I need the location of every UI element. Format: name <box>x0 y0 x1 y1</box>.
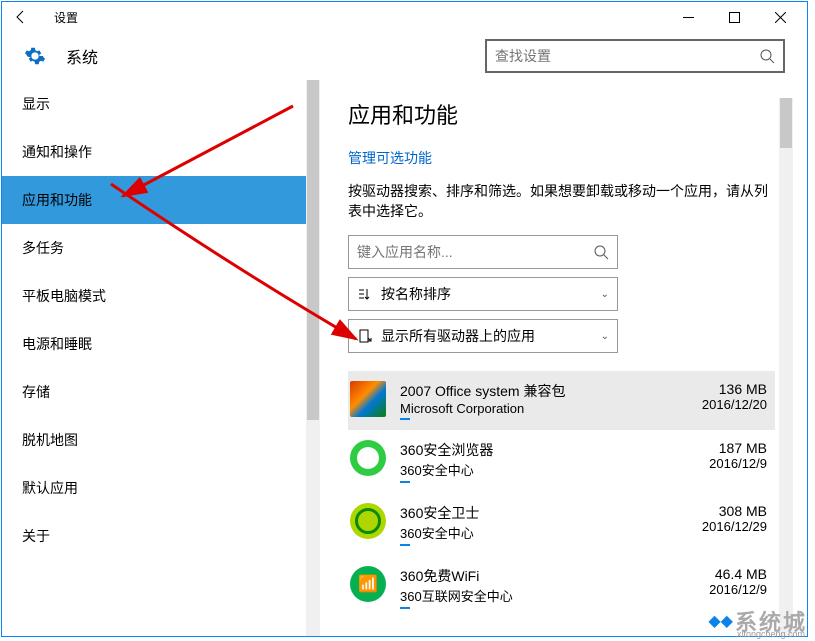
search-icon <box>593 244 609 260</box>
drive-icon <box>357 328 373 344</box>
filter-label: 显示所有驱动器上的应用 <box>381 326 601 346</box>
content-scrollbar[interactable] <box>779 98 793 636</box>
description-text: 按驱动器搜索、排序和筛选。如果想要卸载或移动一个应用，请从列表中选择它。 <box>348 182 775 221</box>
gear-icon <box>24 45 46 67</box>
app-date: 2016/12/29 <box>667 519 767 534</box>
watermark: ◆◆ 系统城 xitongcheng.com <box>708 605 807 637</box>
sidebar-item-apps-features[interactable]: 应用和功能 <box>2 176 320 224</box>
app-name: 2007 Office system 兼容包 <box>400 381 667 401</box>
chevron-down-icon: ⌄ <box>601 289 609 300</box>
maximize-button[interactable] <box>711 2 757 32</box>
chevron-down-icon: ⌄ <box>601 331 609 342</box>
app-publisher: 360互联网安全中心 <box>400 586 667 605</box>
sort-label: 按名称排序 <box>381 284 601 304</box>
app-icon <box>350 440 386 476</box>
sidebar-item-offline-maps[interactable]: 脱机地图 <box>2 416 320 464</box>
app-search-box[interactable] <box>348 235 618 269</box>
minimize-button[interactable] <box>665 2 711 32</box>
app-storage-bar <box>400 607 410 609</box>
sidebar-item-power-sleep[interactable]: 电源和睡眠 <box>2 320 320 368</box>
app-publisher: 360安全中心 <box>400 460 667 479</box>
app-name: 360免费WiFi <box>400 566 667 586</box>
window-title: 设置 <box>54 9 78 26</box>
header-title: 系统 <box>66 44 98 68</box>
search-box[interactable] <box>485 39 785 73</box>
app-size: 46.4 MB <box>667 566 767 582</box>
app-size: 136 MB <box>667 381 767 397</box>
app-storage-bar <box>400 418 410 420</box>
sidebar-item-display[interactable]: 显示 <box>2 80 320 128</box>
app-name: 360安全卫士 <box>400 503 667 523</box>
sidebar-item-notifications[interactable]: 通知和操作 <box>2 128 320 176</box>
app-size: 187 MB <box>667 440 767 456</box>
sidebar: 显示 通知和操作 应用和功能 多任务 平板电脑模式 电源和睡眠 存储 脱机地图 … <box>2 80 320 636</box>
sort-dropdown[interactable]: 按名称排序 ⌄ <box>348 277 618 311</box>
manage-optional-features-link[interactable]: 管理可选功能 <box>348 148 432 168</box>
page-title: 应用和功能 <box>348 98 775 130</box>
app-publisher: Microsoft Corporation <box>400 401 667 416</box>
search-input[interactable] <box>495 48 759 64</box>
app-date: 2016/12/9 <box>667 456 767 471</box>
back-button[interactable] <box>6 2 36 32</box>
search-icon <box>759 48 775 64</box>
app-icon <box>350 381 386 417</box>
sidebar-scrollbar[interactable] <box>306 80 320 636</box>
app-publisher: 360安全中心 <box>400 523 667 542</box>
app-storage-bar <box>400 481 410 483</box>
app-date: 2016/12/20 <box>667 397 767 412</box>
sidebar-item-default-apps[interactable]: 默认应用 <box>2 464 320 512</box>
sidebar-item-about[interactable]: 关于 <box>2 512 320 560</box>
app-date: 2016/12/9 <box>667 582 767 597</box>
app-item[interactable]: 360安全卫士 360安全中心 308 MB 2016/12/29 <box>348 493 775 556</box>
sort-icon <box>357 286 373 302</box>
app-item[interactable]: 360安全浏览器 360安全中心 187 MB 2016/12/9 <box>348 430 775 493</box>
sidebar-item-tablet-mode[interactable]: 平板电脑模式 <box>2 272 320 320</box>
app-list: 2007 Office system 兼容包 Microsoft Corpora… <box>348 371 775 619</box>
sidebar-item-multitasking[interactable]: 多任务 <box>2 224 320 272</box>
filter-dropdown[interactable]: 显示所有驱动器上的应用 ⌄ <box>348 319 618 353</box>
app-icon <box>350 566 386 602</box>
close-button[interactable] <box>757 2 803 32</box>
app-icon <box>350 503 386 539</box>
sidebar-item-storage[interactable]: 存储 <box>2 368 320 416</box>
app-item[interactable]: 2007 Office system 兼容包 Microsoft Corpora… <box>348 371 775 430</box>
app-size: 308 MB <box>667 503 767 519</box>
app-storage-bar <box>400 544 410 546</box>
app-search-input[interactable] <box>357 244 593 260</box>
app-name: 360安全浏览器 <box>400 440 667 460</box>
